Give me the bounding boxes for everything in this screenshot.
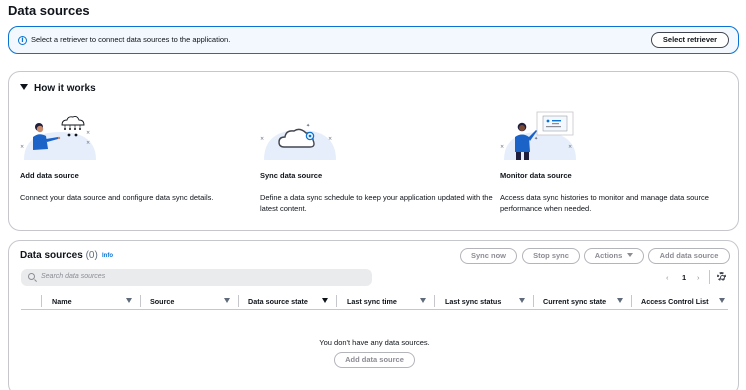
column-header-last-sync-time[interactable]: Last sync time	[347, 297, 397, 306]
info-icon: i	[18, 36, 27, 45]
sync-now-button[interactable]: Sync now	[460, 248, 517, 264]
page-title: Data sources	[8, 3, 90, 18]
previous-page-button[interactable]: ‹	[666, 273, 669, 282]
svg-text:×: ×	[568, 144, 572, 150]
sort-icon[interactable]	[126, 298, 132, 303]
caret-down-icon	[20, 84, 28, 90]
data-sources-heading: Data sources (0)	[20, 250, 98, 261]
data-sources-panel: Data sources (0) Info Sync now Stop sync…	[8, 240, 739, 390]
sort-icon[interactable]	[322, 298, 328, 303]
current-page-number[interactable]: 1	[682, 273, 686, 282]
how-it-works-toggle[interactable]: How it works	[20, 83, 96, 94]
search-input[interactable]: Search data sources	[21, 269, 372, 286]
step-description: Connect your data source and configure d…	[20, 193, 214, 202]
column-header-last-sync-status[interactable]: Last sync status	[445, 297, 501, 306]
column-header-current-sync-state[interactable]: Current sync state	[543, 297, 606, 306]
info-banner: i Select a retriever to connect data sou…	[8, 26, 739, 54]
stop-sync-button[interactable]: Stop sync	[522, 248, 580, 264]
step-title: Sync data source	[260, 171, 323, 180]
column-separator	[41, 295, 42, 307]
sort-icon[interactable]	[420, 298, 426, 303]
step-title: Add data source	[20, 171, 79, 180]
actions-label: Actions	[594, 251, 623, 260]
column-header-access-control-list[interactable]: Access Control List	[641, 297, 709, 306]
divider	[709, 270, 710, 284]
how-it-works-panel: How it works × × × Add data source Conne…	[8, 71, 739, 231]
column-separator	[631, 295, 632, 307]
svg-text:×: ×	[328, 136, 332, 142]
actions-dropdown[interactable]: Actions	[584, 248, 644, 264]
svg-text:×: ×	[260, 136, 264, 142]
search-placeholder: Search data sources	[41, 273, 106, 280]
sort-icon[interactable]	[519, 298, 525, 303]
add-data-source-empty-button[interactable]: Add data source	[334, 352, 415, 368]
svg-text:×: ×	[86, 140, 90, 146]
add-data-source-illustration: × × ×	[20, 115, 96, 160]
monitor-data-source-illustration: × × ✦	[500, 111, 576, 160]
column-header-data-source-state[interactable]: Data source state	[248, 297, 308, 306]
column-header-name[interactable]: Name	[52, 297, 72, 306]
info-link[interactable]: Info	[102, 253, 113, 259]
step-description: Define a data sync schedule to keep your…	[260, 193, 493, 213]
caret-down-icon	[627, 253, 634, 257]
column-separator	[434, 295, 435, 307]
how-it-works-title: How it works	[34, 83, 96, 94]
column-separator	[336, 295, 337, 307]
svg-text:×: ×	[86, 130, 90, 136]
sync-data-source-illustration: × × ✦	[260, 123, 336, 160]
table-header-divider	[21, 309, 728, 310]
step-title: Monitor data source	[500, 171, 572, 180]
column-header-source[interactable]: Source	[150, 297, 174, 306]
column-separator	[238, 295, 239, 307]
add-data-source-button[interactable]: Add data source	[648, 248, 730, 264]
banner-text: Select a retriever to connect data sourc…	[31, 35, 231, 44]
sort-icon[interactable]	[617, 298, 623, 303]
svg-text:✦: ✦	[534, 136, 538, 142]
svg-text:×: ×	[500, 144, 504, 150]
svg-text:×: ×	[20, 144, 24, 150]
step-description: Access data sync histories to monitor an…	[500, 193, 709, 213]
next-page-button[interactable]: ›	[697, 273, 700, 282]
select-retriever-button[interactable]: Select retriever	[651, 32, 729, 48]
search-icon	[28, 273, 35, 280]
column-separator	[140, 295, 141, 307]
empty-state-text: You don't have any data sources.	[319, 338, 430, 347]
data-sources-count: (0)	[85, 250, 98, 261]
svg-text:✦: ✦	[306, 123, 310, 129]
gear-icon[interactable]	[717, 272, 726, 281]
sort-icon[interactable]	[719, 298, 725, 303]
sort-icon[interactable]	[224, 298, 230, 303]
column-separator	[533, 295, 534, 307]
data-sources-title: Data sources	[20, 250, 83, 261]
